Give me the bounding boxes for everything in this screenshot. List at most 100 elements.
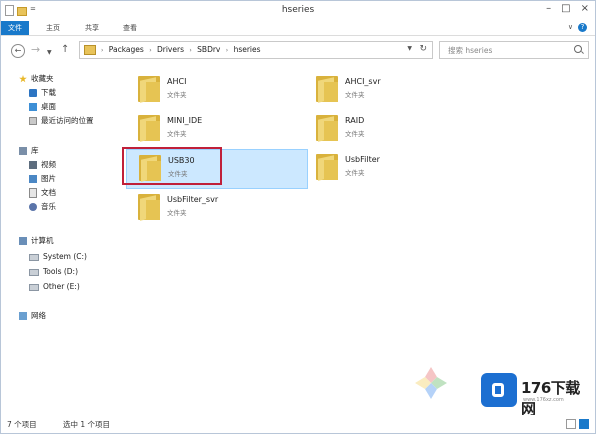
nav-label: Tools (D:): [43, 267, 79, 276]
item-type: 文件夹: [167, 91, 187, 99]
nav-label: 下载: [41, 88, 56, 97]
watermark: 176下载网 www.176xz.com: [413, 365, 593, 418]
folder-item[interactable]: UsbFilter 文件夹: [304, 149, 484, 187]
nav-label: 库: [31, 146, 39, 155]
folder-item[interactable]: RAID 文件夹: [304, 110, 484, 148]
nav-drive-e[interactable]: Other (E:): [29, 281, 80, 293]
file-list: AHCI 文件夹 AHCI_svr 文件夹 MINI_IDE 文件夹 RAID …: [118, 67, 595, 415]
nav-label: 音乐: [41, 202, 56, 211]
drive-icon: [29, 253, 39, 261]
item-type: 文件夹: [345, 130, 365, 138]
folder-item[interactable]: AHCI_svr 文件夹: [304, 71, 484, 109]
item-name: AHCI_svr: [345, 77, 381, 86]
annotation-highlight-box: [122, 147, 222, 185]
back-button[interactable]: ←: [11, 44, 25, 58]
recent-locations-icon[interactable]: ▼: [47, 47, 52, 59]
help-icon[interactable]: ?: [578, 23, 587, 32]
nav-favorites[interactable]: 收藏夹: [19, 73, 54, 85]
chevron-right-icon[interactable]: ›: [226, 47, 228, 54]
selection-count: 选中 1 个项目: [63, 420, 111, 429]
tab-share[interactable]: 共享: [85, 21, 99, 35]
nav-label: 文档: [41, 188, 56, 197]
breadcrumb: › Packages › Drivers › SBDrv › hseries: [98, 45, 261, 54]
minimize-button[interactable]: –: [546, 3, 551, 14]
nav-music[interactable]: 音乐: [29, 201, 56, 213]
nav-label: 视频: [41, 160, 56, 169]
chevron-right-icon[interactable]: ›: [149, 47, 151, 54]
folder-icon: [84, 45, 96, 55]
item-type: 文件夹: [167, 209, 187, 217]
folder-icon: [138, 115, 160, 142]
view-switcher: [566, 419, 589, 429]
item-count: 7 个项目: [7, 420, 37, 429]
close-button[interactable]: ×: [581, 3, 589, 14]
video-icon: [29, 161, 37, 169]
nav-network[interactable]: 网络: [19, 310, 46, 322]
status-bar: 7 个项目 选中 1 个项目: [1, 415, 595, 433]
desktop-icon: [29, 103, 37, 111]
search-input[interactable]: 搜索 hseries: [448, 45, 492, 56]
breadcrumb-item[interactable]: Packages: [109, 45, 144, 54]
nav-label: 桌面: [41, 102, 56, 111]
nav-drive-d[interactable]: Tools (D:): [29, 266, 78, 278]
nav-documents[interactable]: 文档: [29, 187, 56, 199]
ribbon-tabs: 文件 主页 共享 查看 ∨ ?: [1, 21, 595, 36]
tab-home[interactable]: 主页: [46, 21, 60, 35]
refresh-icon[interactable]: ↻: [419, 44, 427, 54]
maximize-button[interactable]: □: [561, 3, 570, 14]
forward-button[interactable]: →: [31, 44, 40, 56]
nav-label: 图片: [41, 174, 56, 183]
window-title: hseries: [281, 5, 315, 15]
navigation-pane: 收藏夹 下载 桌面 最近访问的位置 库 视频 图片 文档 音乐 计算机 Syst…: [1, 67, 113, 415]
flower-logo-icon: [415, 367, 447, 399]
nav-desktop[interactable]: 桌面: [29, 101, 56, 113]
details-view-icon[interactable]: [566, 419, 576, 429]
nav-videos[interactable]: 视频: [29, 159, 56, 171]
music-icon: [29, 203, 37, 211]
download-icon: [29, 89, 37, 97]
folder-item[interactable]: UsbFilter_svr 文件夹: [126, 189, 306, 227]
nav-label: 计算机: [31, 236, 54, 245]
nav-download[interactable]: 下载: [29, 87, 56, 99]
item-name: UsbFilter: [345, 155, 380, 164]
search-box[interactable]: 搜索 hseries: [439, 41, 589, 59]
item-type: 文件夹: [167, 130, 187, 138]
ribbon-expand-icon[interactable]: ∨: [568, 23, 573, 31]
folder-icon: [316, 154, 338, 181]
chevron-right-icon[interactable]: ›: [189, 47, 191, 54]
search-icon[interactable]: [574, 45, 582, 53]
picture-icon: [29, 175, 37, 183]
up-button[interactable]: ↑: [61, 44, 69, 56]
item-name: RAID: [345, 116, 365, 125]
nav-label: 网络: [31, 311, 46, 320]
address-bar[interactable]: › Packages › Drivers › SBDrv › hseries ▼…: [79, 41, 433, 59]
nav-label: 收藏夹: [31, 74, 54, 83]
nav-pictures[interactable]: 图片: [29, 173, 56, 185]
breadcrumb-item[interactable]: hseries: [234, 45, 261, 54]
nav-drive-c[interactable]: System (C:): [29, 251, 87, 263]
window-controls: – □ ×: [546, 3, 589, 14]
nav-label: 最近访问的位置: [41, 116, 94, 125]
item-name: MINI_IDE: [167, 116, 203, 125]
folder-item[interactable]: AHCI 文件夹: [126, 71, 306, 109]
chevron-down-icon[interactable]: ▼: [407, 45, 412, 52]
address-row: ← → ▼ ↑ › Packages › Drivers › SBDrv › h…: [1, 36, 595, 66]
tiles-view-icon[interactable]: [579, 419, 589, 429]
breadcrumb-item[interactable]: Drivers: [157, 45, 184, 54]
tab-view[interactable]: 查看: [123, 21, 137, 35]
network-icon: [19, 312, 27, 320]
brand-logo-icon: [481, 373, 517, 407]
nav-recent[interactable]: 最近访问的位置: [29, 115, 94, 127]
folder-item[interactable]: MINI_IDE 文件夹: [126, 110, 306, 148]
folder-icon: [138, 194, 160, 221]
tab-file[interactable]: 文件: [1, 21, 29, 35]
computer-icon: [19, 237, 27, 245]
document-icon: [29, 188, 37, 198]
explorer-window: = hseries – □ × 文件 主页 共享 查看 ∨ ? ← → ▼ ↑ …: [0, 0, 596, 434]
item-name: UsbFilter_svr: [167, 195, 219, 204]
watermark-url: www.176xz.com: [523, 397, 564, 403]
nav-computer[interactable]: 计算机: [19, 235, 54, 247]
nav-libraries[interactable]: 库: [19, 145, 39, 157]
chevron-right-icon[interactable]: ›: [101, 47, 103, 54]
breadcrumb-item[interactable]: SBDrv: [197, 45, 220, 54]
